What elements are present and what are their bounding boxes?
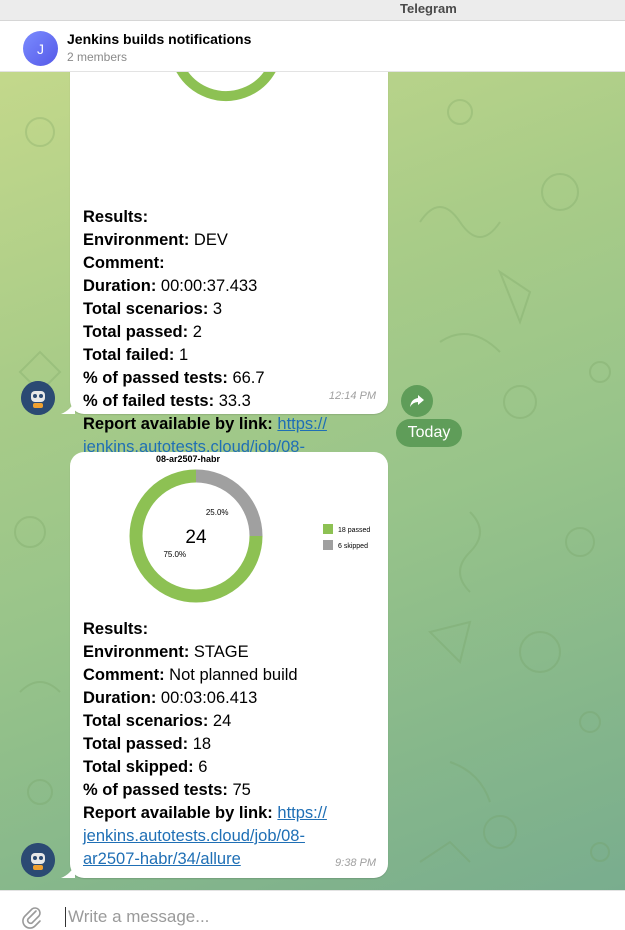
message-line: Comment: Not planned build [83,664,327,687]
report-line: Report available by link: https:// [83,413,327,436]
line-value: 33.3 [214,392,251,410]
report-link[interactable]: ar2507-habr/34/allure [83,850,241,868]
message-bubble[interactable]: 66.7% Results: Environment: DEV Comment: Du… [70,72,388,479]
chart-title: 08-ar2507-habr [156,454,221,464]
message-time: 12:14 PM [328,390,376,402]
message-line: Comment: [83,252,327,275]
line-value: Not planned build [164,666,298,684]
line-value: 6 [193,758,208,776]
message-line: Total failed: 1 [83,344,327,367]
report-label: Report available by link: [83,415,278,433]
robot-icon [21,381,55,415]
line-value: DEV [189,231,228,249]
message-line: Total passed: 18 [83,733,327,756]
line-label: Total skipped: [83,758,194,776]
line-value: 24 [208,712,232,730]
message-composer[interactable]: Write a message... [0,890,625,930]
message-line: % of passed tests: 75 [83,779,327,802]
date-separator: Today [396,419,462,447]
legend-swatch [323,524,333,534]
pie-chart: 66.7% [176,72,276,101]
line-label: Total scenarios: [83,300,209,318]
line-value: 75 [227,781,251,799]
report-link[interactable]: https:// [277,415,327,433]
message-line: Duration: 00:00:37.433 [83,275,327,298]
share-arrow-icon [410,395,424,407]
report-link[interactable]: https:// [277,804,327,822]
slice-label: 25.0% [206,508,229,517]
line-label: Environment: [83,231,190,249]
message-line: Total passed: 2 [83,321,327,344]
message-line: % of failed tests: 33.3 [83,390,327,413]
line-value: STAGE [189,643,249,661]
line-label: Total failed: [83,346,175,364]
line-value: 00:03:06.413 [156,689,258,707]
message-line: % of passed tests: 66.7 [83,367,327,390]
chat-header[interactable]: J Jenkins builds notifications 2 members [0,21,625,72]
bot-avatar[interactable] [21,843,55,877]
attach-icon[interactable] [20,905,44,929]
chat-members-count: 2 members [67,50,128,64]
message-line: Total scenarios: 3 [83,298,327,321]
pie-slice [176,72,276,101]
chat-title[interactable]: Jenkins builds notifications [67,31,251,47]
chat-area[interactable]: 66.7% Results: Environment: DEV Comment: Du… [0,72,625,890]
chart-center-total: 24 [185,527,207,548]
line-label: % of failed tests: [83,392,215,410]
legend-swatch [323,540,333,550]
bubble-tail [61,400,75,414]
line-value: 00:00:37.433 [156,277,258,295]
forward-button[interactable] [401,385,433,417]
message-line: Environment: DEV [83,229,327,252]
report-link-line: jenkins.autotests.cloud/job/08- [83,825,327,848]
line-label: Duration: [83,689,157,707]
message-line: Environment: STAGE [83,641,327,664]
legend-label: 18 passed [338,527,370,534]
bubble-tail [61,864,75,878]
message-line: Results: [83,618,327,641]
slice-label: 75.0% [163,550,186,559]
message-line: Total skipped: 6 [83,756,327,779]
line-label: Comment: [83,254,165,272]
line-value: 66.7 [227,369,265,387]
message-time: 9:38 PM [335,857,376,869]
line-label: Results: [83,208,149,226]
line-value: 2 [188,323,202,341]
line-value: 3 [208,300,223,318]
legend-label: 6 skipped [338,543,368,550]
line-value: 1 [174,346,189,364]
report-line: Report available by link: https:// [83,802,327,825]
bot-avatar[interactable] [21,381,55,415]
window-title: Telegram [400,1,457,16]
window-titlebar: Telegram [0,0,625,21]
report-link-line: ar2507-habr/34/allure [83,848,327,871]
message-input[interactable]: Write a message... [65,907,209,927]
message-text: Results: Environment: DEV Comment: Duration… [83,206,327,482]
message-bubble[interactable]: 08-ar2507-habr 75.0% 25.0% 24 18 passed 6 sk… [70,452,388,878]
line-label: % of passed tests: [83,781,228,799]
report-link[interactable]: jenkins.autotests.cloud/job/08- [83,827,305,845]
line-label: Results: [83,620,149,638]
message-text: Results: Environment: STAGE Comment: Not p… [83,618,327,871]
line-label: Total scenarios: [83,712,209,730]
line-value: 18 [188,735,212,753]
report-label: Report available by link: [83,804,278,822]
chat-avatar[interactable]: J [23,31,58,66]
message-line: Duration: 00:03:06.413 [83,687,327,710]
line-label: Comment: [83,666,165,684]
line-label: % of passed tests: [83,369,228,387]
line-label: Total passed: [83,735,189,753]
robot-icon [21,843,55,877]
line-label: Total passed: [83,323,189,341]
message-line: Total scenarios: 24 [83,710,327,733]
line-label: Environment: [83,643,190,661]
pie-chart: 75.0% 25.0% 24 18 passed 6 skipped [129,469,370,603]
line-label: Duration: [83,277,157,295]
message-line: Results: [83,206,327,229]
